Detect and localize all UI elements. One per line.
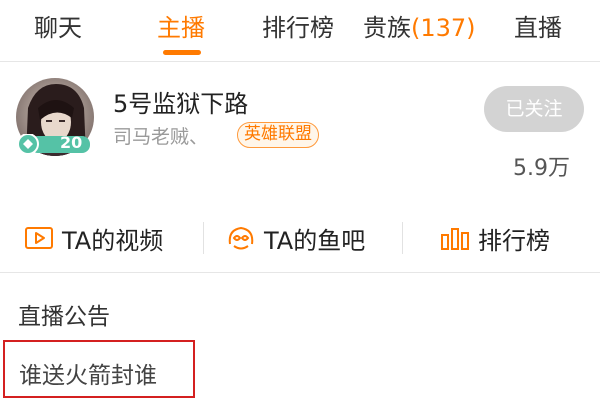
tab-chat[interactable]: 聊天: [34, 10, 82, 50]
nobility-count: (137): [411, 14, 476, 42]
ranking-icon: [441, 228, 469, 250]
tab-ranking[interactable]: 排行榜: [262, 10, 334, 50]
ta-video-button[interactable]: TA的视频: [24, 218, 163, 258]
tab-live-label: 直播: [514, 14, 562, 42]
tab-bar: 聊天 主播 排行榜 贵族(137) 直播: [0, 0, 600, 62]
streamer-name: 5号监狱下路: [113, 90, 249, 118]
ta-fish-bar-button[interactable]: TA的鱼吧: [226, 218, 365, 258]
tab-streamer[interactable]: 主播: [157, 10, 205, 50]
category-tag[interactable]: 英雄联盟: [237, 122, 319, 148]
announcement-highlight-box: 谁送火箭封谁: [3, 340, 195, 398]
ta-video-label: TA的视频: [62, 226, 164, 255]
follower-count: 5.9万: [513, 156, 570, 181]
active-tab-indicator: [163, 50, 201, 55]
level-number: 20: [60, 133, 83, 152]
ranking-label: 排行榜: [478, 226, 550, 255]
action-row: TA的视频 TA的鱼吧 排行榜: [0, 210, 600, 266]
action-separator: [402, 222, 403, 254]
fish-bar-icon: [228, 226, 254, 250]
tab-nobility-label: 贵族: [363, 14, 411, 42]
tab-ranking-label: 排行榜: [262, 14, 334, 42]
announcement-title: 直播公告: [18, 304, 110, 330]
announcement-text: 谁送火箭封谁: [19, 363, 157, 389]
streamer-subtitle: 司马老贼、: [113, 126, 209, 148]
tab-live[interactable]: 直播: [514, 10, 562, 50]
tab-nobility[interactable]: 贵族(137): [363, 10, 476, 50]
video-icon: [25, 227, 53, 249]
section-divider: [0, 272, 600, 273]
action-separator: [203, 222, 204, 254]
tab-streamer-label: 主播: [157, 14, 205, 42]
ta-fish-bar-label: TA的鱼吧: [264, 226, 366, 255]
follow-button[interactable]: 已关注: [484, 86, 584, 132]
tab-chat-label: 聊天: [34, 14, 82, 42]
ranking-button[interactable]: 排行榜: [440, 218, 550, 258]
